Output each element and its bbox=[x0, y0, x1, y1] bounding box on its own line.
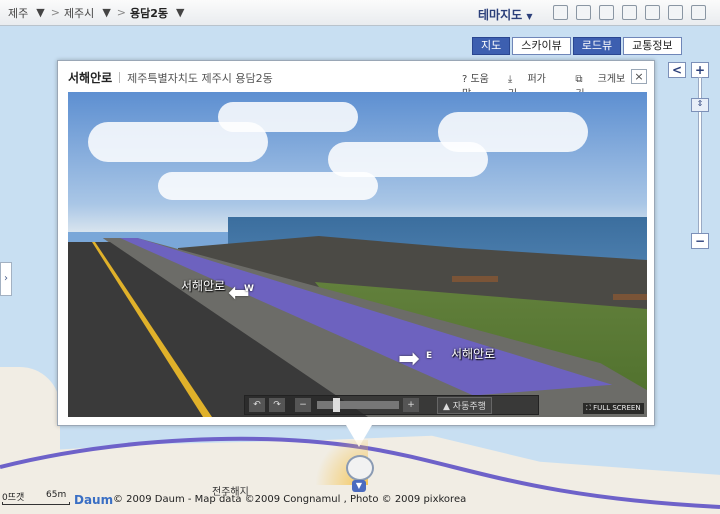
download-icon: ⤓ bbox=[507, 74, 513, 85]
panel-toggle-arrow[interactable]: › bbox=[0, 262, 12, 296]
breadcrumb-item-province[interactable]: 제주 bbox=[8, 5, 28, 21]
rotate-left-icon[interactable]: ↶ bbox=[249, 398, 265, 412]
panorama-zoom-slider[interactable] bbox=[317, 398, 399, 412]
print-icon[interactable] bbox=[622, 5, 637, 20]
breadcrumb-item-city[interactable]: 제주시 bbox=[64, 5, 94, 21]
save-icon[interactable] bbox=[553, 5, 568, 20]
breadcrumb: 제주 ▼ > 제주시 ▼ > 용담2동 ▼ bbox=[8, 5, 190, 21]
refresh-icon[interactable] bbox=[691, 5, 706, 20]
popup-title: 서해안로 bbox=[68, 71, 113, 85]
roadview-popup: 서해안로 제주특별자치도 제주시 용담2동 ? 도움말 ⤓ 퍼가기 ⧉ 크게보기… bbox=[57, 60, 655, 426]
map-view-button[interactable]: 지도 bbox=[472, 37, 511, 55]
rotate-right-icon[interactable]: ↷ bbox=[269, 398, 285, 412]
scale-bar bbox=[2, 502, 70, 505]
roadview-button[interactable]: 로드뷰 bbox=[572, 37, 622, 55]
copyright-text: © 2009 Daum - Map data ©2009 Congnamul ,… bbox=[113, 494, 467, 505]
divider bbox=[119, 72, 121, 83]
chevron-down-icon[interactable]: ▼ bbox=[176, 6, 184, 19]
view-mode-buttons: 지도 스카이뷰 로드뷰 교통정보 bbox=[472, 37, 684, 55]
chevron-down-icon[interactable]: ▼ bbox=[36, 6, 44, 19]
zoom-out-icon[interactable]: − bbox=[295, 398, 311, 412]
auto-drive-button[interactable]: ▲ 자동주행 bbox=[437, 396, 492, 414]
fullscreen-icon: ⛶ bbox=[586, 404, 591, 412]
popup-header: 서해안로 제주특별자치도 제주시 용담2동 bbox=[68, 69, 273, 86]
mail-icon[interactable] bbox=[599, 5, 614, 20]
theme-map-menu[interactable]: 테마지도 ▼ bbox=[478, 6, 533, 23]
expand-icon[interactable] bbox=[668, 5, 683, 20]
disk-icon[interactable] bbox=[576, 5, 591, 20]
scale-label-right: 65m bbox=[46, 490, 67, 500]
traffic-info-button[interactable]: 교통정보 bbox=[623, 37, 682, 55]
auto-drive-label: 자동주행 bbox=[452, 401, 486, 412]
link-icon: ⧉ bbox=[575, 74, 583, 85]
top-toolbar: 제주 ▼ > 제주시 ▼ > 용담2동 ▼ 테마지도 ▼ bbox=[0, 0, 720, 26]
popup-address: 제주특별자치도 제주시 용담2동 bbox=[127, 71, 273, 85]
road-label-right: 서해안로 bbox=[451, 347, 496, 361]
arrow-right-icon[interactable]: ➡ bbox=[398, 344, 420, 374]
zoom-in-button[interactable]: + bbox=[691, 62, 709, 78]
cloud bbox=[438, 112, 588, 152]
fullscreen-label: FULL SCREEN bbox=[593, 404, 641, 412]
chevron-up-icon: ▲ bbox=[443, 401, 450, 412]
close-button[interactable]: × bbox=[631, 69, 647, 84]
pan-left-button[interactable]: < bbox=[668, 62, 686, 78]
chevron-right-icon: > bbox=[50, 6, 60, 19]
skyview-button[interactable]: 스카이뷰 bbox=[512, 37, 571, 55]
marker-down-icon[interactable]: ▼ bbox=[352, 480, 366, 492]
panorama-controls: ↶ ↷ − + ▲ 자동주행 bbox=[244, 395, 539, 415]
theme-map-label[interactable]: 테마지도 bbox=[478, 8, 522, 22]
roadview-panorama[interactable]: 서해안로 ⬅ W 서해안로 ➡ E ↶ ↷ − + ▲ 자동주행 ⛶ FULL … bbox=[68, 92, 647, 417]
ruler-icon[interactable] bbox=[645, 5, 660, 20]
slider-knob[interactable] bbox=[333, 398, 340, 412]
daum-logo[interactable]: Daum bbox=[74, 493, 113, 507]
zoom-slider-knob[interactable]: ⇕ bbox=[691, 98, 709, 112]
breadcrumb-item-district[interactable]: 용담2동 bbox=[130, 5, 168, 21]
roadview-marker[interactable] bbox=[346, 455, 374, 481]
tool-icon-group bbox=[553, 5, 714, 20]
chevron-down-icon[interactable]: ▼ bbox=[102, 6, 110, 19]
fullscreen-button[interactable]: ⛶ FULL SCREEN bbox=[583, 403, 644, 414]
chevron-right-icon: > bbox=[116, 6, 126, 19]
cloud bbox=[158, 172, 378, 200]
zoom-in-icon[interactable]: + bbox=[403, 398, 419, 412]
zoom-out-button[interactable]: − bbox=[691, 233, 709, 249]
bench bbox=[613, 294, 647, 300]
direction-east: E bbox=[426, 351, 433, 361]
direction-west: W bbox=[244, 284, 254, 294]
bench bbox=[452, 276, 498, 282]
cloud bbox=[218, 102, 358, 132]
chevron-down-icon[interactable]: ▼ bbox=[526, 12, 532, 21]
road-label-left: 서해안로 bbox=[181, 279, 226, 293]
